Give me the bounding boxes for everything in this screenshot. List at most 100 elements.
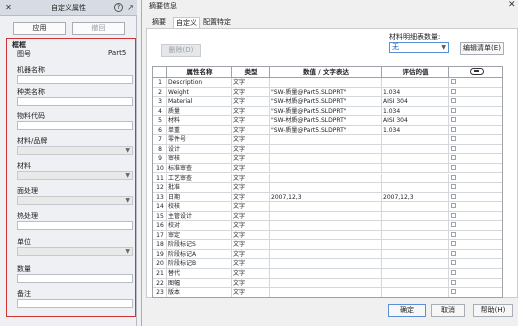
property-expression-cell[interactable]: 2007,12,3 bbox=[270, 192, 382, 202]
evaluated-value-cell[interactable]: 2007,12,3 bbox=[382, 192, 449, 202]
table-row[interactable]: 4 质量 文字 "SW-质量@Part5.SLDPRT" 1.034 bbox=[153, 106, 502, 117]
link-checkbox[interactable] bbox=[451, 222, 456, 228]
table-row[interactable]: 15 主管设计 文字 bbox=[153, 211, 502, 222]
link-cell[interactable] bbox=[449, 250, 502, 259]
cancel-button[interactable]: 取消 bbox=[431, 304, 465, 317]
field-select[interactable]: ▼ bbox=[17, 146, 133, 155]
property-type-cell[interactable]: 文字 bbox=[232, 106, 270, 116]
link-checkbox[interactable] bbox=[451, 145, 456, 151]
link-checkbox[interactable] bbox=[451, 79, 456, 84]
link-cell[interactable] bbox=[449, 231, 502, 240]
table-row[interactable]: 16 校对 文字 bbox=[153, 221, 502, 231]
property-name-cell[interactable]: 阶段标记S bbox=[167, 240, 232, 249]
property-name-cell[interactable]: 校核 bbox=[167, 202, 232, 211]
property-type-cell[interactable]: 文字 bbox=[232, 240, 270, 249]
property-name-cell[interactable]: Weight bbox=[167, 87, 232, 97]
link-cell[interactable] bbox=[449, 259, 502, 268]
field-select[interactable]: ▼ bbox=[17, 247, 133, 256]
field-input[interactable] bbox=[17, 121, 133, 130]
field-select[interactable]: ▼ bbox=[17, 171, 133, 180]
link-cell[interactable] bbox=[449, 240, 502, 249]
apply-button[interactable]: 应用 bbox=[13, 22, 66, 35]
field-input[interactable] bbox=[17, 97, 133, 106]
property-name-cell[interactable]: 阶段标记B bbox=[167, 259, 232, 268]
column-header-expression[interactable]: 数值 / 文字表达 bbox=[270, 67, 382, 77]
property-type-cell[interactable]: 文字 bbox=[232, 192, 270, 202]
evaluated-value-cell[interactable] bbox=[382, 240, 449, 249]
evaluated-value-cell[interactable] bbox=[382, 183, 449, 192]
link-cell[interactable] bbox=[449, 202, 502, 211]
table-row[interactable]: 2 Weight 文字 "SW-质量@Part5.SLDPRT" 1.034 bbox=[153, 87, 502, 98]
table-row[interactable]: 3 Material 文字 "SW-材质@Part5.SLDPRT" AISI 304 bbox=[153, 97, 502, 107]
link-cell[interactable] bbox=[449, 212, 502, 221]
column-header-evaluated-value[interactable]: 评估的值 bbox=[382, 67, 449, 77]
property-name-cell[interactable]: Material bbox=[167, 97, 232, 106]
property-type-cell[interactable]: 文字 bbox=[232, 144, 270, 154]
link-cell[interactable] bbox=[449, 183, 502, 192]
evaluated-value-cell[interactable] bbox=[382, 78, 449, 87]
table-row[interactable]: 12 批准 文字 bbox=[153, 183, 502, 193]
table-row[interactable]: 19 阶段标记A 文字 bbox=[153, 249, 502, 260]
property-type-cell[interactable]: 文字 bbox=[232, 230, 270, 240]
property-name-cell[interactable]: 单重 bbox=[167, 125, 232, 135]
property-type-cell[interactable]: 文字 bbox=[232, 288, 270, 297]
property-name-cell[interactable]: 标准审查 bbox=[167, 163, 232, 173]
evaluated-value-cell[interactable]: 1.034 bbox=[382, 125, 449, 135]
property-type-cell[interactable]: 文字 bbox=[232, 87, 270, 97]
property-expression-cell[interactable] bbox=[270, 144, 382, 154]
property-expression-cell[interactable]: "SW-材质@Part5.SLDPRT" bbox=[270, 97, 382, 106]
bom-quantity-select[interactable]: 无 ▼ bbox=[389, 42, 449, 53]
help-icon[interactable]: ? bbox=[114, 3, 123, 12]
link-cell[interactable] bbox=[449, 269, 502, 278]
table-row[interactable]: 5 材料 文字 "SW-材质@Part5.SLDPRT" AISI 304 bbox=[153, 116, 502, 126]
property-name-cell[interactable]: 审核 bbox=[167, 154, 232, 163]
link-cell[interactable] bbox=[449, 164, 502, 173]
table-row[interactable]: 13 日期 文字 2007,12,3 2007,12,3 bbox=[153, 192, 502, 203]
property-type-cell[interactable]: 文字 bbox=[232, 173, 270, 183]
field-select[interactable]: ▼ bbox=[17, 196, 133, 205]
property-name-cell[interactable]: 质量 bbox=[167, 106, 232, 116]
table-row[interactable]: 1 Description 文字 bbox=[153, 78, 502, 88]
property-name-cell[interactable]: 批准 bbox=[167, 183, 232, 192]
link-checkbox[interactable] bbox=[451, 107, 456, 113]
link-checkbox[interactable] bbox=[451, 260, 456, 266]
table-row[interactable]: 22 图幅 文字 bbox=[153, 278, 502, 289]
ok-button[interactable]: 确定 bbox=[388, 304, 426, 317]
tab-configuration-specific[interactable]: 配置特定 bbox=[201, 17, 233, 28]
link-cell[interactable] bbox=[449, 193, 502, 202]
evaluated-value-cell[interactable] bbox=[382, 163, 449, 173]
link-checkbox[interactable] bbox=[451, 136, 456, 142]
field-input[interactable] bbox=[17, 75, 133, 84]
property-expression-cell[interactable] bbox=[270, 269, 382, 278]
pin-icon[interactable]: ↗ bbox=[126, 2, 135, 13]
property-type-cell[interactable]: 文字 bbox=[232, 211, 270, 221]
delete-button[interactable]: 删除(D) bbox=[161, 44, 201, 57]
evaluated-value-cell[interactable] bbox=[382, 269, 449, 278]
link-cell[interactable] bbox=[449, 279, 502, 288]
table-row[interactable]: 17 审定 文字 bbox=[153, 230, 502, 241]
property-type-cell[interactable]: 文字 bbox=[232, 125, 270, 135]
property-type-cell[interactable]: 文字 bbox=[232, 269, 270, 278]
property-name-cell[interactable]: 版本 bbox=[167, 288, 232, 297]
property-name-cell[interactable]: 主管设计 bbox=[167, 211, 232, 221]
evaluated-value-cell[interactable]: 1.034 bbox=[382, 87, 449, 97]
table-row[interactable]: 18 阶段标记S 文字 bbox=[153, 240, 502, 250]
property-type-cell[interactable]: 文字 bbox=[232, 163, 270, 173]
property-name-cell[interactable]: 材料 bbox=[167, 116, 232, 125]
property-type-cell[interactable]: 文字 bbox=[232, 278, 270, 288]
column-header-name[interactable]: 属性名称 bbox=[167, 67, 232, 77]
link-checkbox[interactable] bbox=[451, 193, 456, 199]
property-name-cell[interactable]: 图幅 bbox=[167, 278, 232, 288]
property-type-cell[interactable]: 文字 bbox=[232, 97, 270, 106]
property-expression-cell[interactable] bbox=[270, 163, 382, 173]
link-cell[interactable] bbox=[449, 116, 502, 125]
edit-list-button[interactable]: 编辑清单(E) bbox=[460, 42, 504, 55]
property-type-cell[interactable]: 文字 bbox=[232, 116, 270, 125]
link-checkbox[interactable] bbox=[451, 250, 456, 256]
property-expression-cell[interactable] bbox=[270, 135, 382, 144]
link-checkbox[interactable] bbox=[451, 231, 456, 237]
link-checkbox[interactable] bbox=[451, 126, 456, 132]
property-name-cell[interactable]: 日期 bbox=[167, 192, 232, 202]
property-type-cell[interactable]: 文字 bbox=[232, 135, 270, 144]
link-checkbox[interactable] bbox=[451, 174, 456, 180]
